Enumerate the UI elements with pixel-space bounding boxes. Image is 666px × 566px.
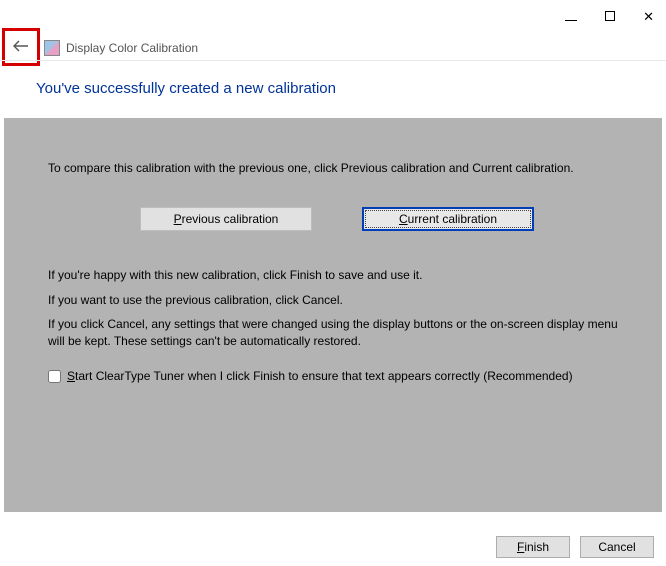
intro-text: To compare this calibration with the pre… (48, 160, 626, 177)
accel-key: P (174, 212, 182, 226)
back-button[interactable] (13, 39, 29, 55)
content-panel: To compare this calibration with the pre… (4, 118, 662, 512)
arrow-left-icon (13, 40, 29, 52)
previous-calibration-button[interactable]: Previous calibration (140, 207, 312, 231)
minimize-button[interactable] (565, 10, 577, 23)
current-calibration-button[interactable]: Current calibration (362, 207, 534, 231)
window-title: Display Color Calibration (66, 41, 198, 55)
cancel-button[interactable]: Cancel (580, 536, 654, 558)
text-happy: If you're happy with this new calibratio… (48, 267, 626, 284)
text-cancel-note: If you click Cancel, any settings that w… (48, 316, 626, 350)
minimize-icon (565, 20, 577, 21)
cleartype-label[interactable]: Start ClearType Tuner when I click Finis… (67, 368, 626, 384)
btn-label: urrent calibration (408, 212, 497, 226)
page-heading: You've successfully created a new calibr… (36, 80, 336, 97)
accel-key: C (399, 212, 408, 226)
maximize-icon (605, 11, 615, 21)
btn-label: revious calibration (182, 212, 279, 226)
header-divider (0, 60, 666, 61)
text-previous: If you want to use the previous calibrat… (48, 292, 626, 309)
finish-button[interactable]: Finish (496, 536, 570, 558)
close-button[interactable]: ✕ (643, 10, 654, 23)
btn-label: inish (524, 540, 549, 554)
maximize-button[interactable] (605, 10, 615, 23)
accel-key: S (67, 369, 75, 383)
cleartype-checkbox[interactable] (48, 370, 61, 383)
app-icon (44, 40, 60, 56)
checkbox-text: tart ClearType Tuner when I click Finish… (75, 369, 573, 383)
